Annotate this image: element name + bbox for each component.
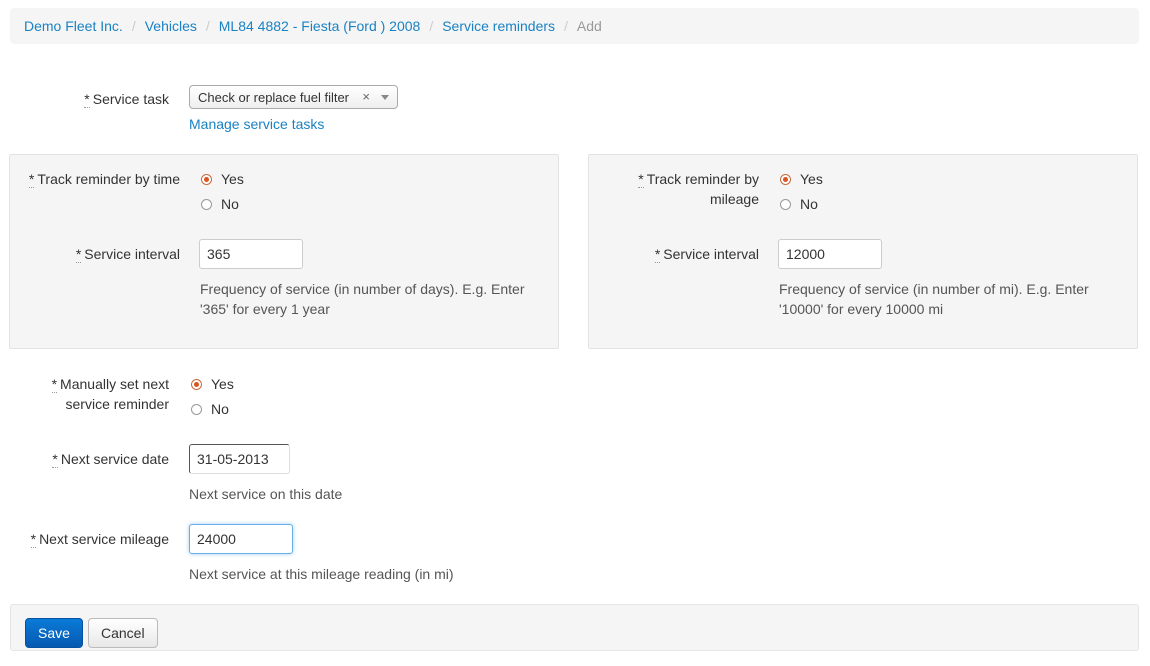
time-interval-help-line1: Frequency of service (in number of days)… bbox=[200, 281, 525, 297]
mileage-interval-help: Frequency of service (in number of mi). … bbox=[779, 279, 1089, 319]
time-interval-label: * Service interval bbox=[10, 244, 180, 264]
required-mark: * bbox=[654, 246, 661, 263]
breadcrumb-link-vehicle[interactable]: ML84 4882 - Fiesta (Ford ) 2008 bbox=[219, 18, 421, 34]
time-interval-help: Frequency of service (in number of days)… bbox=[200, 279, 524, 319]
mileage-yes-label: Yes bbox=[800, 171, 823, 187]
time-no-option[interactable]: No bbox=[201, 196, 239, 212]
breadcrumb-link-vehicles[interactable]: Vehicles bbox=[145, 18, 197, 34]
cancel-button[interactable]: Cancel bbox=[88, 618, 158, 648]
required-mark: * bbox=[28, 171, 35, 188]
required-mark: * bbox=[30, 531, 37, 548]
required-mark: * bbox=[84, 91, 90, 108]
mileage-interval-help-line1: Frequency of service (in number of mi). … bbox=[779, 281, 1089, 297]
required-mark: * bbox=[52, 451, 58, 468]
breadcrumb: Demo Fleet Inc. / Vehicles / ML84 4882 -… bbox=[10, 8, 1139, 44]
breadcrumb-separator: / bbox=[131, 18, 136, 34]
next-service-mileage-input[interactable] bbox=[189, 524, 293, 554]
next-service-mileage-help: Next service at this mileage reading (in… bbox=[189, 566, 454, 582]
service-task-label-text: Service task bbox=[92, 91, 169, 107]
save-button[interactable]: Save bbox=[25, 618, 83, 648]
manual-no-label: No bbox=[211, 401, 229, 417]
track-by-mileage-label-line1: Track reminder by bbox=[646, 171, 759, 187]
manual-reminder-label: * Manually set next service reminder bbox=[20, 374, 169, 414]
chevron-down-icon[interactable] bbox=[381, 95, 389, 100]
track-by-mileage-label: * Track reminder by mileage bbox=[589, 169, 759, 209]
track-by-time-label-text: Track reminder by time bbox=[37, 171, 180, 187]
next-service-date-input[interactable] bbox=[189, 444, 290, 474]
breadcrumb-separator: / bbox=[564, 18, 568, 34]
time-interval-label-text: Service interval bbox=[84, 246, 180, 262]
mileage-no-option[interactable]: No bbox=[780, 196, 818, 212]
mileage-interval-help-line2: '10000' for every 10000 mi bbox=[779, 301, 944, 317]
mileage-no-label: No bbox=[800, 196, 818, 212]
breadcrumb-link-service-reminders[interactable]: Service reminders bbox=[442, 18, 555, 34]
next-service-date-help: Next service on this date bbox=[189, 486, 343, 502]
time-yes-option[interactable]: Yes bbox=[201, 171, 244, 187]
time-no-radio[interactable] bbox=[201, 198, 212, 210]
manual-reminder-label-line2: service reminder bbox=[65, 396, 169, 412]
time-interval-help-line2: '365' for every 1 year bbox=[200, 301, 330, 317]
next-service-date-label-text: Next service date bbox=[60, 451, 169, 467]
service-task-selected: Check or replace fuel filter bbox=[198, 89, 350, 105]
track-by-mileage-label-line2: mileage bbox=[709, 191, 759, 207]
next-service-date-label: * Next service date bbox=[20, 449, 169, 469]
time-yes-radio[interactable] bbox=[201, 173, 212, 185]
time-tracking-panel: * Track reminder by time Yes No * Service … bbox=[9, 154, 559, 349]
service-task-select[interactable]: Check or replace fuel filter × bbox=[189, 85, 398, 109]
required-mark: * bbox=[51, 376, 58, 393]
clear-icon[interactable]: × bbox=[362, 89, 370, 104]
mileage-no-radio[interactable] bbox=[780, 198, 791, 210]
track-by-time-label: * Track reminder by time bbox=[10, 169, 180, 189]
breadcrumb-separator: / bbox=[429, 18, 434, 34]
required-mark: * bbox=[75, 246, 82, 263]
manual-no-option[interactable]: No bbox=[191, 401, 229, 417]
time-no-label: No bbox=[221, 196, 239, 212]
manual-yes-label: Yes bbox=[211, 376, 234, 392]
manual-reminder-label-line1: Manually set next bbox=[60, 376, 169, 392]
manage-service-tasks-link[interactable]: Manage service tasks bbox=[189, 116, 324, 132]
breadcrumb-link-company[interactable]: Demo Fleet Inc. bbox=[24, 18, 123, 34]
next-service-mileage-label: * Next service mileage bbox=[10, 529, 169, 549]
time-interval-input[interactable] bbox=[199, 239, 303, 269]
service-task-label: * Service task bbox=[40, 89, 169, 109]
manual-no-radio[interactable] bbox=[191, 403, 202, 415]
mileage-interval-label-text: Service interval bbox=[663, 246, 759, 262]
next-service-mileage-label-text: Next service mileage bbox=[39, 531, 169, 547]
breadcrumb-separator: / bbox=[205, 18, 210, 34]
mileage-tracking-panel: * Track reminder by mileage Yes No * Servi… bbox=[588, 154, 1138, 349]
mileage-interval-label: * Service interval bbox=[589, 244, 759, 264]
time-yes-label: Yes bbox=[221, 171, 244, 187]
required-mark: * bbox=[638, 171, 644, 188]
mileage-interval-input[interactable] bbox=[778, 239, 882, 269]
manual-yes-option[interactable]: Yes bbox=[191, 376, 234, 392]
form-actions: Save Cancel bbox=[10, 604, 1139, 651]
mileage-yes-radio[interactable] bbox=[780, 173, 791, 185]
breadcrumb-current: Add bbox=[576, 18, 602, 34]
mileage-yes-option[interactable]: Yes bbox=[780, 171, 823, 187]
manual-yes-radio[interactable] bbox=[191, 378, 202, 390]
